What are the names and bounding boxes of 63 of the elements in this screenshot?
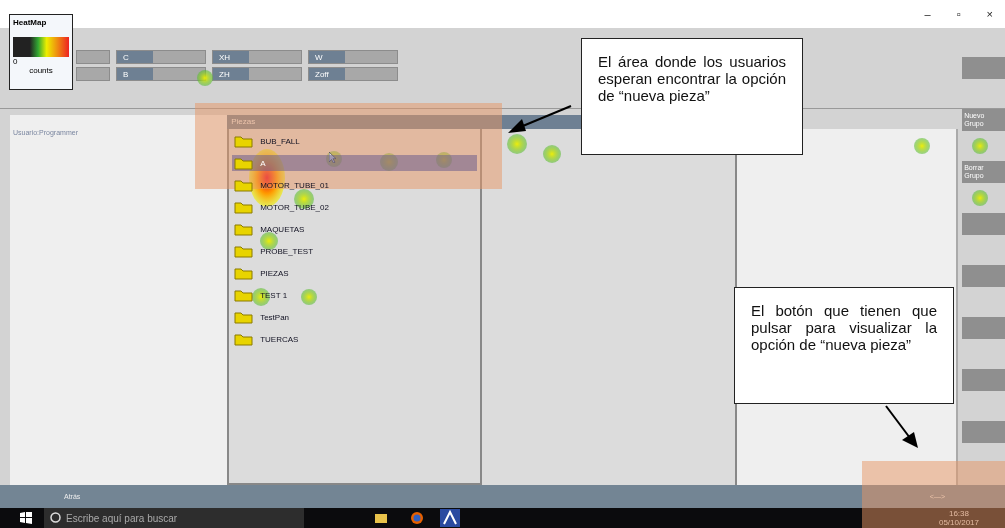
arrow-icon <box>508 105 572 135</box>
side-button[interactable] <box>962 421 1005 443</box>
heat-spot <box>436 152 453 168</box>
legend-unit: counts <box>29 66 53 75</box>
input-field[interactable]: C <box>116 50 206 64</box>
color-scale-drawing <box>13 37 69 57</box>
folder-icon <box>234 200 255 214</box>
heat-spot <box>543 145 562 163</box>
window-control[interactable]: – <box>922 8 933 20</box>
piece-item[interactable]: TUERCAS <box>232 331 478 347</box>
input-field[interactable]: W <box>308 50 398 64</box>
piece-item[interactable]: TestPan <box>232 309 478 325</box>
piece-item[interactable]: PROBE_TEST <box>232 243 478 259</box>
piece-item[interactable]: A <box>232 155 478 171</box>
heat-spot <box>301 289 318 305</box>
annotation-text: El área donde los usuarios esperan encontrar la opción de “nueva pieza” <box>581 38 803 155</box>
folder-icon <box>234 310 255 324</box>
arrow-icon <box>884 405 920 449</box>
input-field[interactable] <box>76 50 110 64</box>
heat-spot <box>197 70 213 86</box>
search-field[interactable]: Escribe aquí para buscar <box>44 508 304 528</box>
cursor-icon <box>329 152 337 163</box>
piece-item[interactable]: BUB_FALL <box>232 133 478 149</box>
heat-spot <box>260 232 279 250</box>
browser-icon[interactable] <box>410 511 424 525</box>
input-field[interactable]: XH <box>212 50 302 64</box>
side-button[interactable] <box>962 213 1005 235</box>
window-control[interactable]: × <box>984 8 995 20</box>
side-button[interactable] <box>962 317 1005 339</box>
window-control[interactable]: ▫ <box>954 8 963 20</box>
piece-item[interactable]: MAQUETAS <box>232 221 478 237</box>
annotation-text: El botón que tienen que pulsar para visualizar la opción de “nueva pieza” <box>734 287 954 404</box>
input-field[interactable]: Zoff <box>308 67 398 81</box>
app-icon[interactable] <box>440 509 460 527</box>
clock-date: 05/10/2017 <box>938 518 979 527</box>
side-button[interactable] <box>962 369 1005 391</box>
folder-icon <box>234 266 255 280</box>
piece-item[interactable]: MOTOR_TUBE_02 <box>232 199 478 215</box>
folder-icon <box>234 134 255 148</box>
heat-spot <box>972 190 989 206</box>
folder-icon <box>234 332 255 346</box>
legend-min: 0 <box>13 57 18 66</box>
input-field[interactable]: B <box>116 67 206 81</box>
heat-spot <box>972 138 989 154</box>
piece-item[interactable]: PIEZAS <box>232 265 478 281</box>
heat-spot <box>380 153 399 171</box>
folder-icon <box>234 244 255 258</box>
search-icon <box>50 512 61 523</box>
folder-icon <box>234 178 255 192</box>
folder-icon <box>234 156 255 170</box>
folder-icon <box>234 288 255 302</box>
heat-spot <box>507 134 528 154</box>
input-field[interactable]: ZH <box>212 67 302 81</box>
clock-time: 16:38 <box>948 509 969 518</box>
heat-spot <box>914 138 931 154</box>
folder-icon <box>234 222 255 236</box>
input-field[interactable] <box>76 67 110 81</box>
side-button[interactable] <box>962 265 1005 287</box>
side-button[interactable] <box>962 57 1005 79</box>
piece-item[interactable]: MOTOR_TUBE_01 <box>232 177 478 193</box>
windows-icon[interactable] <box>20 512 32 524</box>
legend-title: HeatMap <box>13 18 48 27</box>
folder-icon[interactable] <box>374 512 388 524</box>
